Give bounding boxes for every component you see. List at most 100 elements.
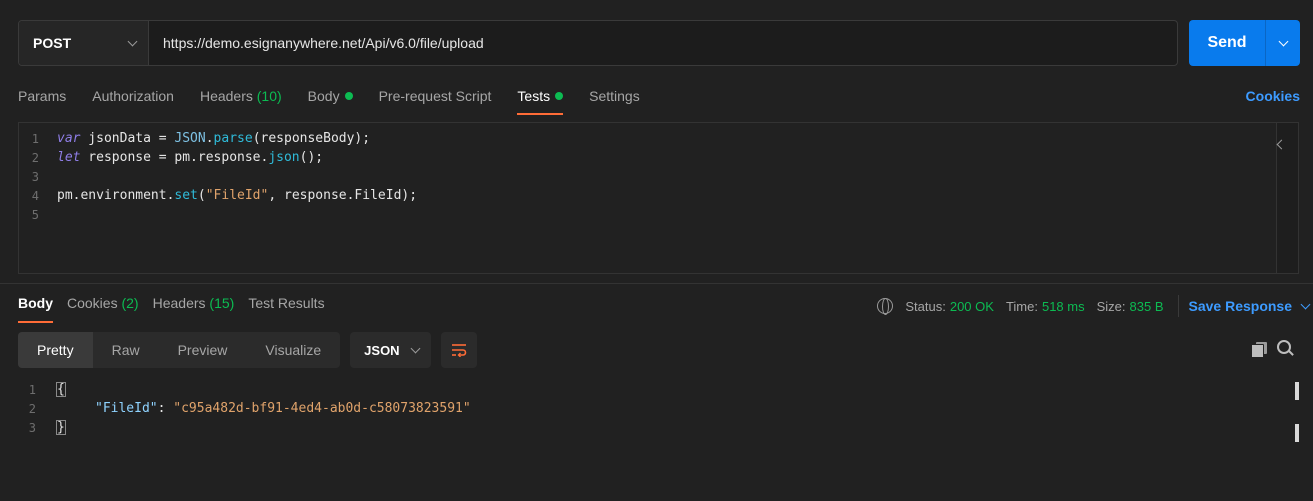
code-lines: 1 var jsonData = JSON.parse(responseBody… xyxy=(19,129,1268,224)
response-view-toolbar: Pretty Raw Preview Visualize JSON xyxy=(18,332,477,368)
tab-response-body[interactable]: Body xyxy=(18,285,53,323)
cookies-count: (2) xyxy=(121,295,139,311)
tab-label: Pre-request Script xyxy=(378,88,492,104)
code-object: JSON xyxy=(174,131,206,146)
view-pretty[interactable]: Pretty xyxy=(18,332,93,368)
response-lines: 1 { 2 "FileId": "c95a482d-bf91-4ed4-ab0d… xyxy=(18,380,471,437)
search-icon[interactable] xyxy=(1277,340,1295,358)
code-text: jsonData = xyxy=(80,131,175,146)
code-line: 3 xyxy=(19,167,1268,186)
code-text: response = pm.response. xyxy=(80,150,269,165)
json-value: "c95a482d-bf91-4ed4-ab0d-c58073823591" xyxy=(173,401,471,416)
chevron-left-icon xyxy=(1276,139,1287,150)
tab-response-headers[interactable]: Headers (15) xyxy=(153,285,235,323)
code-line: 2 let response = pm.response.json(); xyxy=(19,148,1268,167)
code-line: 1 var jsonData = JSON.parse(responseBody… xyxy=(19,129,1268,148)
tab-tests[interactable]: Tests xyxy=(517,80,564,120)
format-label: JSON xyxy=(364,342,400,358)
tab-params[interactable]: Params xyxy=(18,80,66,120)
code-text: (responseBody); xyxy=(252,131,371,146)
line-number: 1 xyxy=(31,131,39,146)
url-group: POST xyxy=(18,20,1178,66)
active-dot-icon xyxy=(344,92,353,100)
code-function: json xyxy=(268,150,300,165)
tab-label: Params xyxy=(18,88,67,104)
line-number: 5 xyxy=(31,207,39,222)
save-response-button[interactable]: Save Response xyxy=(1189,298,1313,314)
view-raw[interactable]: Raw xyxy=(93,332,159,368)
view-preview[interactable]: Preview xyxy=(159,332,247,368)
globe-icon[interactable] xyxy=(877,298,894,315)
time-value[interactable]: 518 ms xyxy=(1042,299,1085,314)
request-tabs: Params Authorization Headers (10) Body P… xyxy=(18,80,1300,120)
tab-headers[interactable]: Headers (10) xyxy=(200,80,282,120)
line-number: 1 xyxy=(28,382,36,397)
code-text: . xyxy=(205,131,214,146)
active-dot-icon xyxy=(555,92,564,100)
separator xyxy=(1177,295,1179,317)
url-input[interactable] xyxy=(149,21,1177,65)
json-key: "FileId" xyxy=(95,401,158,416)
status-label: Status: xyxy=(905,298,946,314)
method-select[interactable]: POST xyxy=(19,21,149,65)
code-function: set xyxy=(174,188,198,203)
send-options-button[interactable] xyxy=(1265,20,1300,66)
tab-authorization[interactable]: Authorization xyxy=(92,80,174,120)
close-brace: } xyxy=(56,420,66,435)
response-status: Status: 200 OK Time: 518 ms Size: 835 B … xyxy=(877,295,1313,317)
code-keyword: var xyxy=(57,131,81,146)
tab-label: Tests xyxy=(517,88,551,104)
code-text: pm.environment. xyxy=(57,188,175,203)
save-response-label: Save Response xyxy=(1188,298,1293,314)
panel-divider[interactable] xyxy=(0,283,1313,284)
headers-count: (10) xyxy=(256,88,282,104)
open-brace: { xyxy=(56,382,66,397)
cookies-link[interactable]: Cookies xyxy=(1246,88,1300,104)
status-value[interactable]: 200 OK xyxy=(950,299,994,314)
code-text: (); xyxy=(299,150,324,165)
chevron-down-icon xyxy=(1278,36,1288,46)
tab-label: Cookies xyxy=(67,295,118,311)
scrollbar-marker[interactable] xyxy=(1295,382,1299,400)
send-group: Send xyxy=(1189,20,1300,66)
code-text: ( xyxy=(197,188,206,203)
response-line: 3 } xyxy=(18,418,471,437)
script-editor[interactable]: 1 var jsonData = JSON.parse(responseBody… xyxy=(18,122,1299,274)
line-number: 2 xyxy=(28,401,36,416)
copy-icon[interactable] xyxy=(1251,342,1267,358)
code-string: "FileId" xyxy=(205,188,269,203)
send-button[interactable]: Send xyxy=(1189,20,1265,66)
code-line: 4 pm.environment.set("FileId", response.… xyxy=(19,186,1268,205)
format-select[interactable]: JSON xyxy=(350,332,431,368)
view-mode-switch: Pretty Raw Preview Visualize xyxy=(18,332,341,368)
line-number: 3 xyxy=(28,420,36,435)
tab-prerequest-script[interactable]: Pre-request Script xyxy=(379,80,492,120)
request-bar: POST Send xyxy=(18,20,1300,66)
json-colon: : xyxy=(157,401,174,416)
snippets-panel-toggle[interactable] xyxy=(1276,123,1298,273)
tab-settings[interactable]: Settings xyxy=(589,80,640,120)
tab-test-results[interactable]: Test Results xyxy=(248,285,324,323)
tab-response-cookies[interactable]: Cookies (2) xyxy=(67,285,139,323)
response-body-viewer[interactable]: 1 { 2 "FileId": "c95a482d-bf91-4ed4-ab0d… xyxy=(18,380,1313,501)
scrollbar-marker[interactable] xyxy=(1295,424,1299,442)
response-line: 1 { xyxy=(18,380,471,399)
method-label: POST xyxy=(33,35,72,51)
response-line: 2 "FileId": "c95a482d-bf91-4ed4-ab0d-c58… xyxy=(18,399,471,418)
tab-label: Body xyxy=(18,295,53,311)
view-visualize[interactable]: Visualize xyxy=(246,332,340,368)
response-tabs: Body Cookies (2) Headers (15) Test Resul… xyxy=(18,285,1313,323)
code-function: parse xyxy=(213,131,253,146)
headers-count: (15) xyxy=(209,295,235,311)
tab-body[interactable]: Body xyxy=(308,80,353,120)
tab-label: Headers xyxy=(152,295,206,311)
chevron-down-icon xyxy=(127,36,138,46)
wrap-lines-button[interactable] xyxy=(440,332,477,368)
tab-label: Body xyxy=(307,88,340,104)
size-value[interactable]: 835 B xyxy=(1130,299,1164,314)
chevron-down-icon xyxy=(1300,299,1311,309)
line-number: 2 xyxy=(31,150,39,165)
tab-label: Authorization xyxy=(92,88,174,104)
code-text: , response.FileId); xyxy=(268,188,418,203)
line-number: 4 xyxy=(31,188,39,203)
